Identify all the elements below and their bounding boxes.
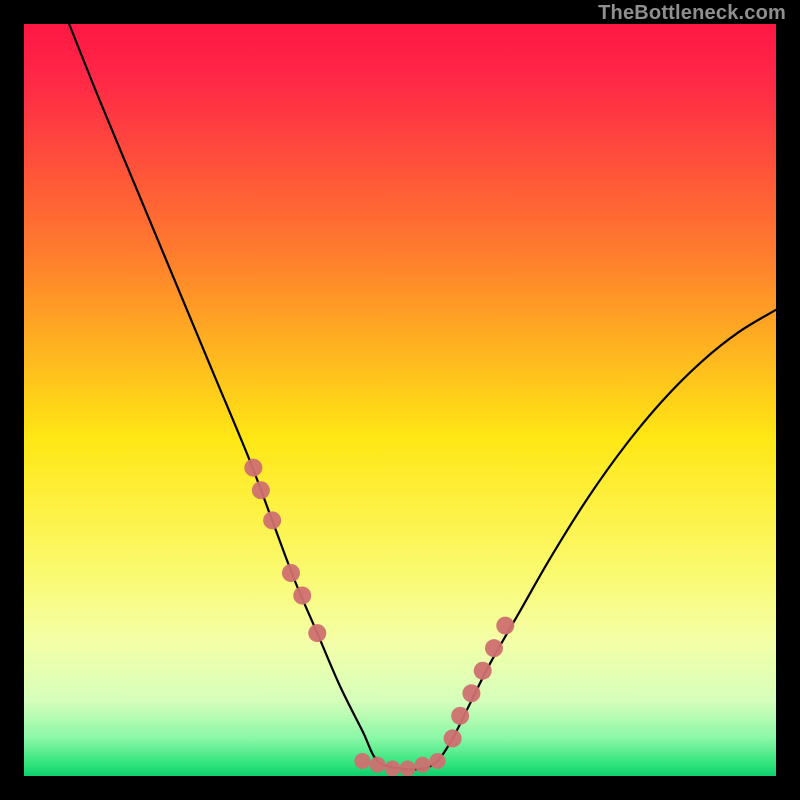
data-marker	[369, 757, 385, 773]
data-marker	[263, 511, 281, 529]
bottleneck-chart	[24, 24, 776, 776]
data-marker	[430, 753, 446, 769]
watermark-text: TheBottleneck.com	[598, 2, 786, 25]
data-marker	[400, 760, 416, 776]
data-marker	[474, 662, 492, 680]
data-marker	[462, 684, 480, 702]
data-marker	[384, 760, 400, 776]
data-marker	[354, 753, 370, 769]
data-marker	[252, 481, 270, 499]
data-marker	[293, 587, 311, 605]
data-marker	[485, 639, 503, 657]
data-marker	[415, 757, 431, 773]
data-marker	[282, 564, 300, 582]
data-marker	[444, 729, 462, 747]
data-marker	[308, 624, 326, 642]
data-marker	[244, 459, 262, 477]
data-marker	[451, 707, 469, 725]
data-marker	[496, 617, 514, 635]
